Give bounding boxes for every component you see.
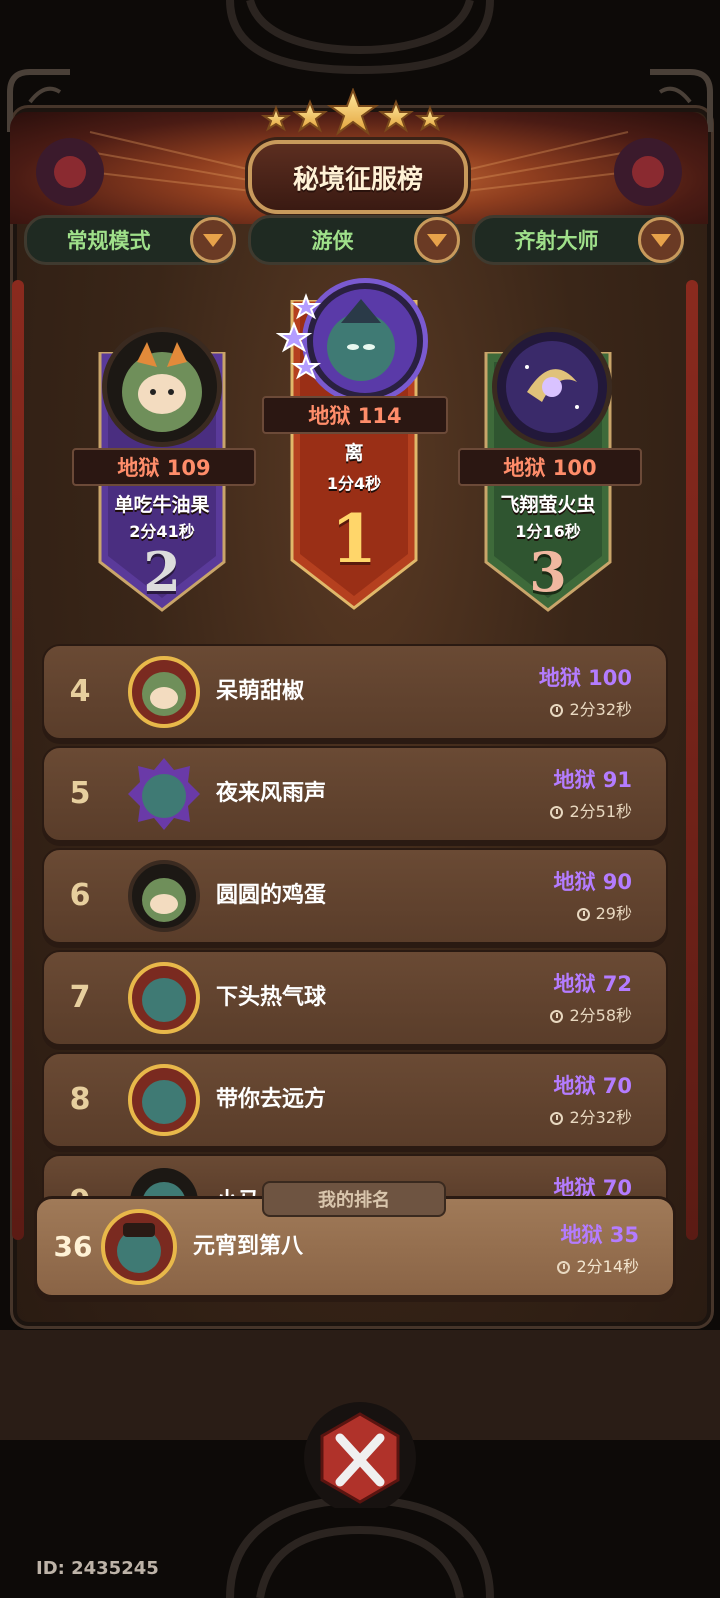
rank-number-second: 2 [143,540,181,604]
my-score: 地狱 35 [560,1223,639,1247]
chevron-down-icon[interactable] [414,217,460,263]
avatar-second [102,327,222,447]
time-value: 2分14秒 [576,1257,639,1276]
score-tag-third: 地狱 100 [458,448,642,486]
clock-icon [576,908,590,921]
player-name-first: 离 [344,442,364,464]
avatar [128,860,200,932]
score-tag-first: 地狱 114 [262,396,448,434]
avatar-third [492,327,612,447]
score-tag-second: 地狱 109 [72,448,256,486]
clock-icon [550,704,564,717]
time-value: 2分32秒 [569,700,632,719]
panel-right-edge [686,280,698,1240]
class-filter-dropdown[interactable]: 游侠 [248,215,460,265]
panel-left-edge [12,280,24,1240]
list-item[interactable]: 5 夜来风雨声 地狱 91 2分51秒 [42,746,668,842]
list-item[interactable]: 7 下头热气球 地狱 72 2分58秒 [42,950,668,1046]
list-item[interactable]: 6 圆圆的鸡蛋 地狱 90 29秒 [42,848,668,944]
avatar [101,1209,177,1285]
player-time-third: 1分16秒 [515,522,581,541]
player-name-third: 飞翔萤火虫 [500,494,596,516]
rank-number: 5 [69,776,91,811]
player-name: 夜来风雨声 [216,781,327,806]
chevron-down-icon[interactable] [190,217,236,263]
mode-filter-dropdown[interactable]: 常规模式 [24,215,236,265]
close-button[interactable] [296,1398,424,1508]
list-item[interactable]: 4 呆萌甜椒 地狱 100 2分32秒 [42,644,668,740]
title-text: 秘境征服榜 [292,164,423,195]
rank-number: 7 [69,980,91,1015]
avatar [128,656,200,728]
mode-filter-label: 常规模式 [66,229,151,253]
clock-icon [550,1010,564,1023]
time: 2分58秒 [550,1002,632,1026]
avatar [128,962,200,1034]
player-name-second: 单吃牛油果 [114,494,210,516]
player-time-first: 1分4秒 [326,474,382,493]
chevron-down-icon[interactable] [638,217,684,263]
score: 地狱 70 [553,1074,632,1098]
user-id: ID: 2435245 [36,1558,159,1579]
rank-number: 8 [69,1082,91,1117]
rank-number: 6 [69,878,91,913]
avatar [128,758,200,830]
page-title: 秘境征服榜 [248,140,468,214]
clock-icon [550,1112,564,1125]
player-name: 下头热气球 [216,985,327,1010]
time-value: 2分32秒 [569,1108,632,1127]
my-time: 2分14秒 [557,1253,639,1277]
score: 地狱 100 [538,666,632,690]
player-time-second: 2分41秒 [129,522,195,541]
player-name: 带你去远方 [216,1087,327,1112]
time-value: 2分58秒 [569,1006,632,1025]
time: 2分32秒 [550,696,632,720]
time: 2分51秒 [550,798,632,822]
rank-number-first: 1 [331,500,377,578]
class-filter-label: 游侠 [311,229,354,253]
time: 29秒 [576,900,632,924]
my-rank-tab: 我的排名 [262,1181,446,1217]
rank-number: 4 [69,674,91,709]
star-rating-icon [260,88,446,136]
time: 2分32秒 [550,1104,632,1128]
skill-filter-label: 齐射大师 [514,229,599,253]
score: 地狱 72 [553,972,632,996]
time-value: 29秒 [595,904,632,923]
clock-icon [550,806,564,819]
rank-number-third: 3 [529,540,567,604]
skill-filter-dropdown[interactable]: 齐射大师 [472,215,684,265]
player-name: 圆圆的鸡蛋 [216,883,327,908]
score: 地狱 91 [553,768,632,792]
list-item[interactable]: 8 带你去远方 地狱 70 2分32秒 [42,1052,668,1148]
player-name: 呆萌甜椒 [216,679,305,704]
my-rank-number: 36 [53,1230,93,1263]
clock-icon [557,1261,571,1274]
star-badge-icon [276,293,322,380]
time-value: 2分51秒 [569,802,632,821]
score: 地狱 90 [553,870,632,894]
avatar [128,1064,200,1136]
